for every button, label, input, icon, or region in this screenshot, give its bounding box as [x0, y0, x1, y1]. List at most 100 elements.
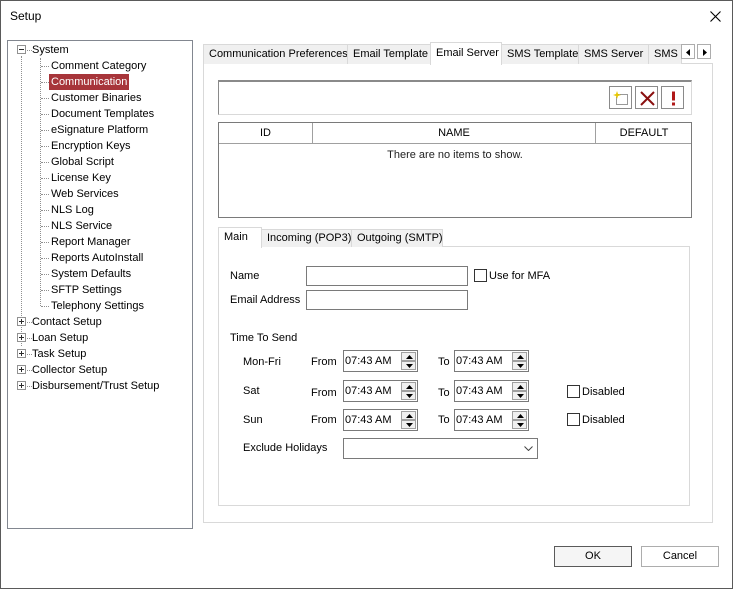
- column-header-name[interactable]: NAME: [313, 123, 596, 144]
- time-value: 07:43 AM: [345, 414, 392, 426]
- tree-line: [41, 258, 49, 259]
- time-spinner[interactable]: [512, 382, 527, 400]
- sat-from-time[interactable]: 07:43 AM: [343, 380, 418, 402]
- tree-line: [21, 56, 22, 346]
- email-address-input[interactable]: [306, 290, 468, 310]
- tree-label[interactable]: Collector Setup: [30, 362, 109, 378]
- arrow-up-icon: [517, 414, 524, 418]
- tree-label[interactable]: Global Script: [49, 154, 116, 170]
- time-value: 07:43 AM: [345, 355, 392, 367]
- tab-email-template[interactable]: Email Template: [347, 44, 431, 64]
- column-header-id[interactable]: ID: [219, 123, 313, 144]
- exclude-holidays-dropdown[interactable]: [343, 438, 538, 459]
- spin-down-button[interactable]: [401, 391, 416, 400]
- sat-disabled-checkbox[interactable]: [567, 385, 580, 398]
- expand-icon[interactable]: [17, 349, 26, 358]
- mon-fri-to-time[interactable]: 07:43 AM: [454, 350, 529, 372]
- tree-label[interactable]: Loan Setup: [30, 330, 90, 346]
- spin-up-button[interactable]: [401, 352, 416, 361]
- tree-label[interactable]: Customer Binaries: [49, 90, 143, 106]
- name-input[interactable]: [306, 266, 468, 286]
- spin-down-button[interactable]: [512, 391, 527, 400]
- tree-label[interactable]: Task Setup: [30, 346, 88, 362]
- tree-line: [40, 58, 41, 306]
- subtab-main[interactable]: Main: [218, 227, 262, 248]
- grid-header: ID NAME DEFAULT: [219, 123, 691, 144]
- spin-up-button[interactable]: [401, 411, 416, 420]
- sun-disabled-checkbox[interactable]: [567, 413, 580, 426]
- spin-down-button[interactable]: [512, 420, 527, 429]
- tree-label[interactable]: Encryption Keys: [49, 138, 132, 154]
- tree-label[interactable]: eSignature Platform: [49, 122, 150, 138]
- arrow-down-icon: [517, 364, 524, 368]
- alert-button[interactable]: [661, 86, 684, 109]
- spin-up-button[interactable]: [512, 382, 527, 391]
- tab-sms-server[interactable]: SMS Server: [578, 44, 649, 64]
- spin-down-button[interactable]: [512, 361, 527, 370]
- expand-icon[interactable]: [17, 381, 26, 390]
- tab-sms-template[interactable]: SMS Template: [501, 44, 579, 64]
- tab-scroll-left-button[interactable]: [681, 44, 695, 59]
- tree-label[interactable]: SFTP Settings: [49, 282, 124, 298]
- time-value: 07:43 AM: [456, 385, 503, 397]
- tree-line: [41, 226, 49, 227]
- time-value: 07:43 AM: [456, 355, 503, 367]
- expand-icon[interactable]: [17, 317, 26, 326]
- delete-button[interactable]: [635, 86, 658, 109]
- tree-label[interactable]: Comment Category: [49, 58, 148, 74]
- from-label: From: [311, 387, 337, 399]
- arrow-down-icon: [406, 423, 413, 427]
- ok-button[interactable]: OK: [554, 546, 632, 567]
- tab-scroll-right-button[interactable]: [697, 44, 711, 59]
- tree-label[interactable]: Report Manager: [49, 234, 133, 250]
- tab-sms-truncated[interactable]: SMS F: [648, 44, 682, 64]
- sat-to-time[interactable]: 07:43 AM: [454, 380, 529, 402]
- tab-email-server[interactable]: Email Server: [430, 42, 502, 65]
- cancel-button[interactable]: Cancel: [641, 546, 719, 567]
- tree-label[interactable]: Reports AutoInstall: [49, 250, 145, 266]
- sun-from-time[interactable]: 07:43 AM: [343, 409, 418, 431]
- tree-label[interactable]: System Defaults: [49, 266, 133, 282]
- spin-up-button[interactable]: [401, 382, 416, 391]
- time-spinner[interactable]: [401, 382, 416, 400]
- time-spinner[interactable]: [512, 411, 527, 429]
- spin-up-button[interactable]: [512, 411, 527, 420]
- new-button[interactable]: [609, 86, 632, 109]
- time-spinner[interactable]: [512, 352, 527, 370]
- tree-label[interactable]: Document Templates: [49, 106, 156, 122]
- tree-label-selected[interactable]: Communication: [49, 74, 130, 90]
- expand-icon[interactable]: [17, 365, 26, 374]
- spin-down-button[interactable]: [401, 420, 416, 429]
- time-spinner[interactable]: [401, 352, 416, 370]
- tree-label[interactable]: NLS Log: [49, 202, 96, 218]
- mon-fri-from-time[interactable]: 07:43 AM: [343, 350, 418, 372]
- email-server-grid[interactable]: ID NAME DEFAULT There are no items to sh…: [218, 122, 692, 218]
- expand-icon[interactable]: [17, 333, 26, 342]
- tree-label[interactable]: NLS Service: [49, 218, 114, 234]
- title-bar: Setup: [1, 1, 732, 33]
- close-button[interactable]: [700, 1, 732, 33]
- subtab-outgoing-smtp[interactable]: Outgoing (SMTP): [351, 229, 443, 247]
- sun-to-time[interactable]: 07:43 AM: [454, 409, 529, 431]
- spin-up-button[interactable]: [512, 352, 527, 361]
- to-label: To: [438, 387, 450, 399]
- time-spinner[interactable]: [401, 411, 416, 429]
- tab-communication-preferences[interactable]: Communication Preferences: [203, 44, 348, 64]
- settings-tree[interactable]: System Comment Category Communication Cu…: [7, 40, 193, 529]
- arrow-left-icon: [686, 49, 690, 56]
- tree-label[interactable]: License Key: [49, 170, 113, 186]
- tree-label[interactable]: Disbursement/Trust Setup: [30, 378, 161, 394]
- use-for-mfa-checkbox[interactable]: [474, 269, 487, 282]
- column-header-default[interactable]: DEFAULT: [596, 123, 692, 144]
- tree-label[interactable]: Telephony Settings: [49, 298, 146, 314]
- tree-line: [41, 82, 49, 83]
- close-icon: [710, 11, 721, 22]
- tree-label[interactable]: System: [30, 42, 71, 58]
- tree-label[interactable]: Web Services: [49, 186, 121, 202]
- collapse-icon[interactable]: [17, 45, 26, 54]
- subtab-incoming-pop3[interactable]: Incoming (POP3): [261, 229, 352, 247]
- arrow-up-icon: [517, 355, 524, 359]
- arrow-up-icon: [406, 414, 413, 418]
- spin-down-button[interactable]: [401, 361, 416, 370]
- tree-label[interactable]: Contact Setup: [30, 314, 104, 330]
